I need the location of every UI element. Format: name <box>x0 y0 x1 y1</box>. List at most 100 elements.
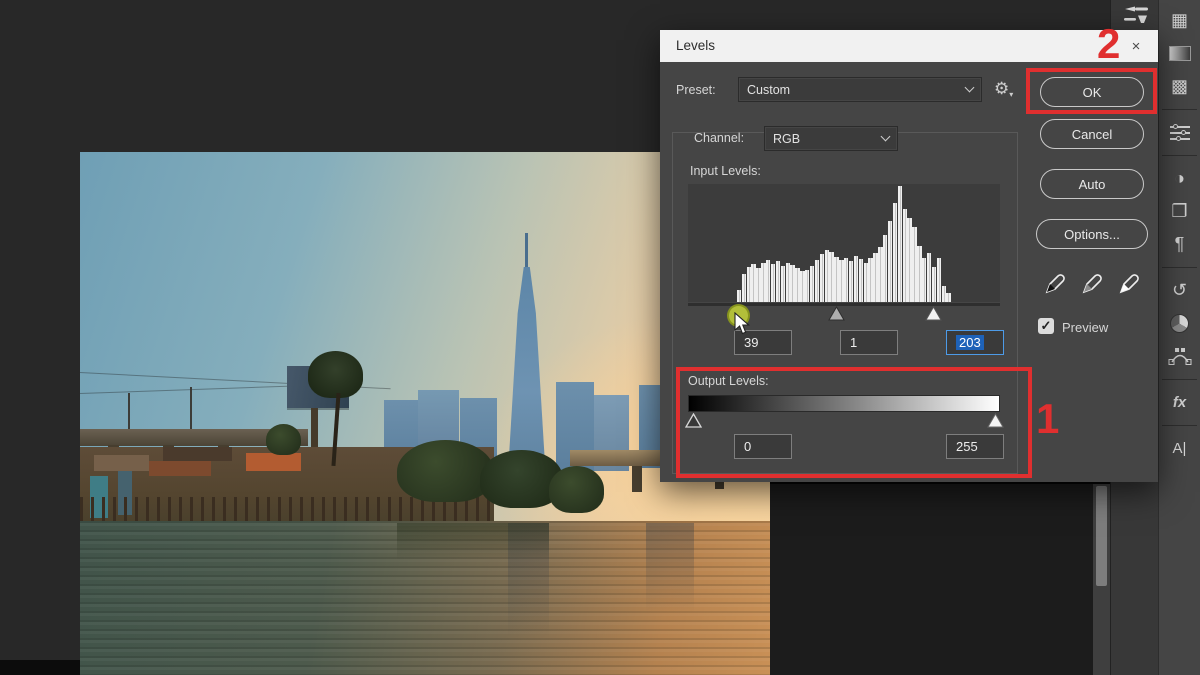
options-button[interactable]: Options... <box>1036 219 1148 249</box>
preview-checkbox[interactable]: ✓ <box>1038 318 1054 334</box>
midtone-input-field[interactable]: 1 <box>840 330 898 355</box>
histogram-bar <box>864 263 868 302</box>
histogram-bar <box>903 209 907 302</box>
photo-billboard-pole <box>311 408 318 450</box>
photo-lamppost <box>190 387 192 429</box>
histogram-bar <box>747 267 751 302</box>
histogram-bar <box>834 257 838 302</box>
histogram-bar <box>800 271 804 302</box>
color-icon[interactable] <box>1159 307 1200 340</box>
document-scrollbar[interactable] <box>1093 482 1110 675</box>
channel-dropdown[interactable]: RGB <box>764 126 898 151</box>
histogram-bar <box>859 259 863 302</box>
brushes-icon[interactable] <box>1119 2 1153 28</box>
adjustments-icon[interactable]: ◑ <box>1159 162 1200 195</box>
close-icon[interactable]: × <box>1126 37 1146 57</box>
fx-icon[interactable]: fx <box>1159 386 1200 419</box>
whitepoint-slider-handle[interactable] <box>925 306 942 321</box>
preset-options-gear-icon[interactable]: ⚙▾ <box>994 79 1013 99</box>
channel-label: Channel: <box>694 131 744 145</box>
photo-bushes <box>549 466 604 513</box>
histogram-bar <box>932 267 936 302</box>
preset-label: Preset: <box>676 83 716 97</box>
properties-icon[interactable] <box>1159 116 1200 149</box>
history-icon[interactable]: ↺ <box>1159 274 1200 307</box>
histogram-bar <box>927 253 931 302</box>
photo-bridge-pillar <box>632 466 642 492</box>
mouse-cursor <box>734 312 752 336</box>
histogram-bar <box>898 186 902 302</box>
histogram-bar <box>795 268 799 302</box>
histogram-bar <box>776 261 780 302</box>
panel-icon-strip: ▦ ▩ ◑❐¶ ↺ fx A| <box>1158 0 1200 675</box>
annotation-box-ok <box>1026 68 1157 114</box>
gradients-icon[interactable] <box>1159 37 1200 70</box>
histogram-bar <box>786 263 790 302</box>
highlight-selected-text: 203 <box>956 335 984 350</box>
histogram-bar <box>751 264 755 302</box>
photo-palm-small <box>266 424 301 455</box>
photo-shanty-roof <box>149 461 211 477</box>
histogram-bar <box>839 260 843 302</box>
photo-palm-canopy <box>308 351 363 398</box>
histogram-bar <box>893 203 897 302</box>
bottom-strip <box>0 660 80 675</box>
histogram-bar <box>810 266 814 302</box>
histogram-bar <box>825 250 829 302</box>
panel-separator <box>1162 109 1197 110</box>
swatches-icon[interactable]: ▦ <box>1159 4 1200 37</box>
black-point-eyedropper-icon[interactable] <box>1043 270 1069 296</box>
histogram-bar <box>917 246 921 302</box>
preview-label: Preview <box>1062 320 1108 335</box>
histogram <box>688 184 1000 302</box>
histogram-bar <box>805 270 809 302</box>
chevron-down-icon <box>965 83 975 93</box>
preset-dropdown[interactable]: Custom <box>738 77 982 102</box>
highlight-input-field[interactable]: 203 <box>946 330 1004 355</box>
histogram-bar <box>771 264 775 302</box>
dialog-title: Levels <box>676 30 715 62</box>
histogram-bar <box>937 258 941 302</box>
patterns-icon[interactable]: ▩ <box>1159 70 1200 103</box>
character-icon[interactable]: A| <box>1159 432 1200 465</box>
histogram-bar <box>737 290 741 302</box>
histogram-bar <box>907 218 911 302</box>
panel-separator <box>1162 425 1197 426</box>
histogram-bar <box>922 258 926 302</box>
histogram-bar <box>942 286 946 302</box>
white-point-eyedropper-icon[interactable] <box>1117 270 1143 296</box>
histogram-bar <box>766 260 770 302</box>
photo-shanty-canopy <box>163 447 232 460</box>
paths-icon[interactable] <box>1159 340 1200 373</box>
histogram-bar <box>742 274 746 302</box>
photoshop-workspace: ▦ ▩ ◑❐¶ ↺ fx A| Levels × Preset: Custom ⚙▾ Ch… <box>0 0 1200 675</box>
histogram-bar <box>878 247 882 302</box>
histogram-bar <box>946 293 950 302</box>
histogram-bar <box>820 254 824 302</box>
photo-tower-spire <box>525 233 528 270</box>
histogram-bar <box>790 265 794 302</box>
annotation-box-output <box>676 367 1032 478</box>
histogram-bar <box>849 261 853 302</box>
photo-shanty-roof <box>94 455 149 471</box>
cancel-button[interactable]: Cancel <box>1040 119 1144 149</box>
preset-value: Custom <box>747 83 790 97</box>
dialog-titlebar[interactable]: Levels × <box>660 30 1158 62</box>
annotation-number-1: 1 <box>1036 398 1059 440</box>
photo-bush-reflection <box>397 523 549 560</box>
histogram-bar <box>761 263 765 302</box>
histogram-bar <box>873 253 877 302</box>
photo-tower-reflection <box>646 523 694 612</box>
histogram-bar <box>815 260 819 302</box>
midtone-slider-handle[interactable] <box>828 306 845 321</box>
histogram-bar <box>912 227 916 302</box>
photo-orange-tarp <box>246 453 301 471</box>
auto-button[interactable]: Auto <box>1040 169 1144 199</box>
panel-separator <box>1162 379 1197 380</box>
histogram-bar <box>868 258 872 302</box>
gray-point-eyedropper-icon[interactable] <box>1080 270 1106 296</box>
paragraph-icon[interactable]: ¶ <box>1159 228 1200 261</box>
scrollbar-thumb[interactable] <box>1096 486 1107 586</box>
empty-panel-area <box>770 482 1093 675</box>
libraries-icon[interactable]: ❐ <box>1159 195 1200 228</box>
